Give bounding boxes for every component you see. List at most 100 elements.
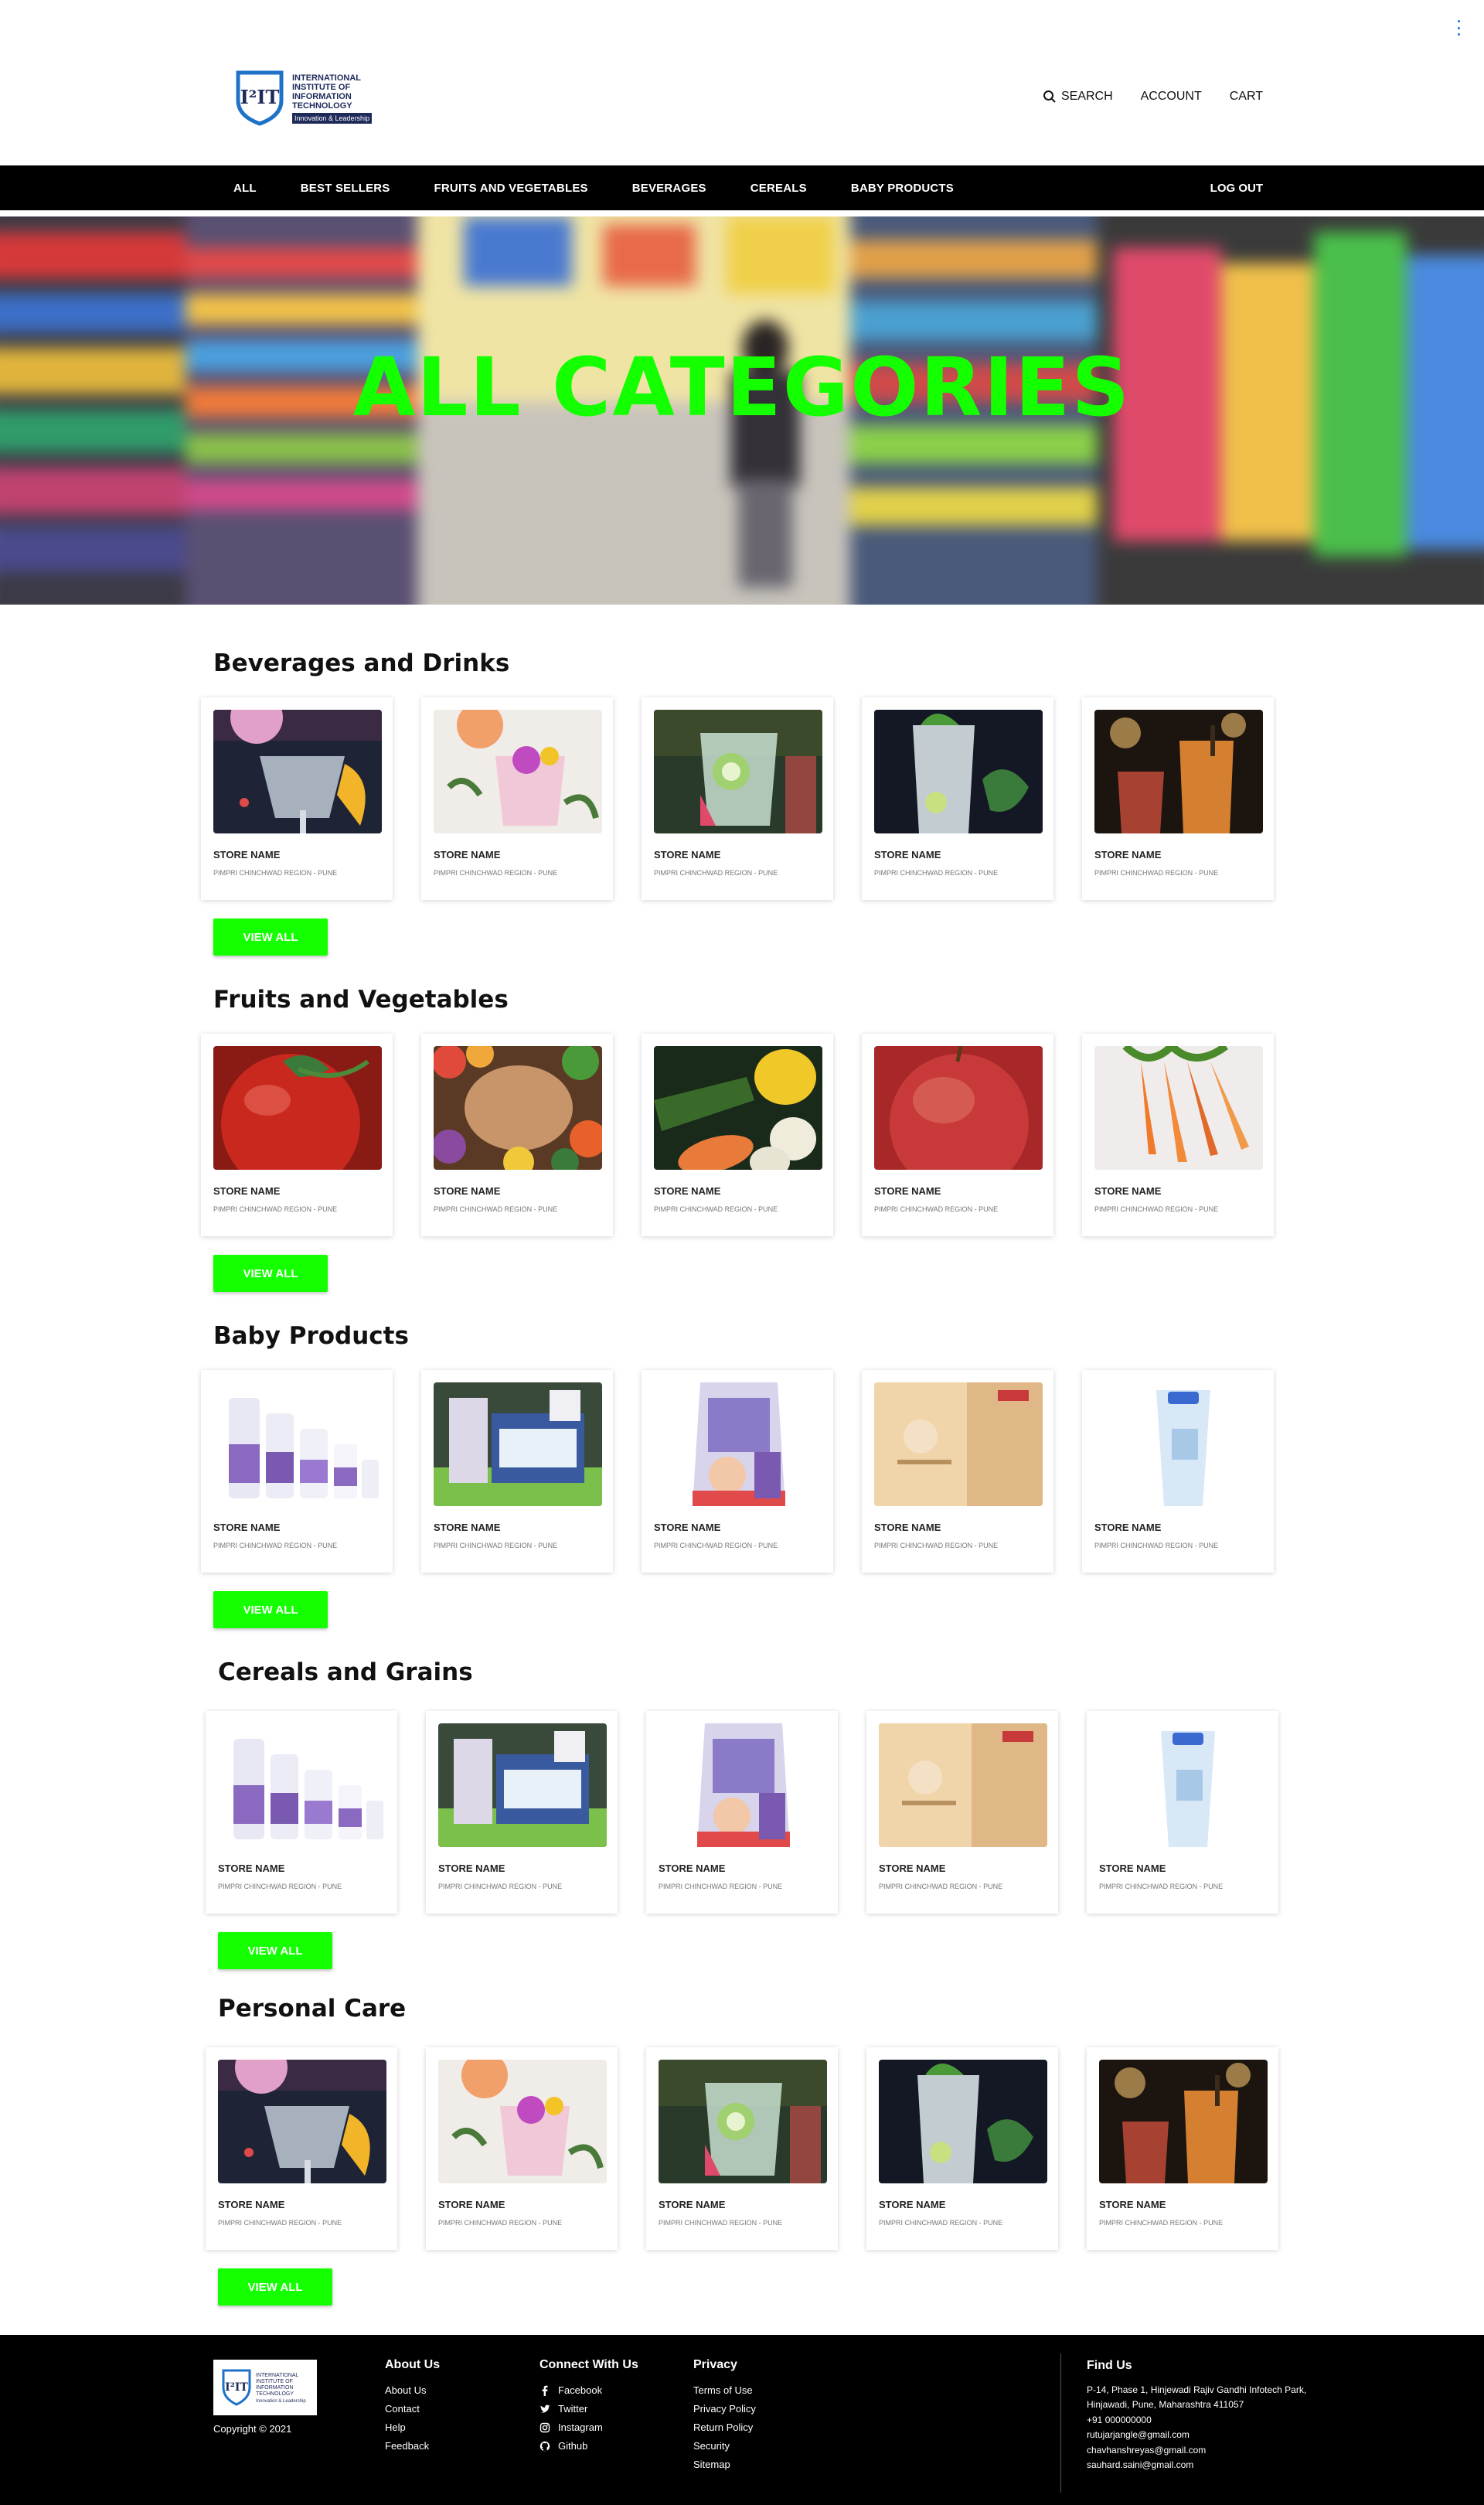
footer-logo[interactable]: I²IT INTERNATIONAL INSTITUTE OF INFORMAT… <box>213 2360 317 2415</box>
store-name: STORE NAME <box>654 849 721 861</box>
section-title: Cereals and Grains <box>218 1658 473 1686</box>
footer-link-about-us[interactable]: About Us <box>385 2381 440 2400</box>
store-card[interactable]: STORE NAME PIMPRI CHINCHWAD REGION - PUNE <box>1082 1034 1274 1236</box>
footer-privacy-column: Privacy Terms of Use Privacy Policy Retu… <box>693 2358 756 2474</box>
store-card[interactable]: STORE NAME PIMPRI CHINCHWAD REGION - PUNE <box>862 697 1053 900</box>
category-best-sellers[interactable]: BEST SELLERS <box>301 182 390 195</box>
store-card[interactable]: STORE NAME PIMPRI CHINCHWAD REGION - PUNE <box>201 1034 393 1236</box>
github-icon <box>539 2441 550 2452</box>
footer-link-instagram[interactable]: Instagram <box>539 2418 638 2437</box>
product-image[interactable] <box>218 1723 386 1847</box>
store-card[interactable]: STORE NAME PIMPRI CHINCHWAD REGION - PUNE <box>642 1034 833 1236</box>
product-image[interactable] <box>213 710 382 833</box>
product-image[interactable] <box>213 1046 382 1170</box>
logo-mark: I²IT <box>240 86 280 108</box>
store-card[interactable]: STORE NAME PIMPRI CHINCHWAD REGION - PUNE <box>642 697 833 900</box>
store-card[interactable]: STORE NAME PIMPRI CHINCHWAD REGION - PUNE <box>1082 1370 1274 1573</box>
view-all-button[interactable]: VIEW ALL <box>213 1255 328 1292</box>
product-image[interactable] <box>1094 1046 1263 1170</box>
email-link[interactable]: rutujarjangle@gmail.com <box>1087 2428 1306 2443</box>
store-card[interactable]: STORE NAME PIMPRI CHINCHWAD REGION - PUNE <box>866 2047 1058 2250</box>
product-image[interactable] <box>654 710 822 833</box>
logout-link[interactable]: LOG OUT <box>1210 165 1263 210</box>
cart-label: CART <box>1229 90 1263 103</box>
store-card[interactable]: STORE NAME PIMPRI CHINCHWAD REGION - PUNE <box>866 1711 1058 1914</box>
product-image[interactable] <box>218 2060 386 2183</box>
category-beverages[interactable]: BEVERAGES <box>632 182 706 195</box>
view-all-button[interactable]: VIEW ALL <box>218 2268 332 2306</box>
product-image[interactable] <box>1094 1382 1263 1506</box>
store-card[interactable]: STORE NAME PIMPRI CHINCHWAD REGION - PUNE <box>426 1711 618 1914</box>
footer-link-security[interactable]: Security <box>693 2437 756 2456</box>
footer-link-facebook[interactable]: Facebook <box>539 2381 638 2400</box>
store-region: PIMPRI CHINCHWAD REGION - PUNE <box>879 2219 1003 2227</box>
category-fruits-vegetables[interactable]: FRUITS AND VEGETABLES <box>434 182 588 195</box>
view-all-button[interactable]: VIEW ALL <box>218 1932 332 1969</box>
product-image[interactable] <box>438 2060 607 2183</box>
footer-link-terms-of-use[interactable]: Terms of Use <box>693 2381 756 2400</box>
store-card[interactable]: STORE NAME PIMPRI CHINCHWAD REGION - PUNE <box>421 1034 613 1236</box>
instagram-icon <box>539 2422 550 2433</box>
product-image[interactable] <box>1099 1723 1268 1847</box>
store-card[interactable]: STORE NAME PIMPRI CHINCHWAD REGION - PUNE <box>862 1034 1053 1236</box>
product-image[interactable] <box>659 1723 827 1847</box>
product-image[interactable] <box>213 1382 382 1506</box>
store-card[interactable]: STORE NAME PIMPRI CHINCHWAD REGION - PUNE <box>862 1370 1053 1573</box>
footer-shield-logo-icon: I²IT INTERNATIONAL INSTITUTE OF INFORMAT… <box>222 2369 306 2406</box>
product-image[interactable] <box>874 1382 1043 1506</box>
product-image[interactable] <box>879 1723 1047 1847</box>
product-image[interactable] <box>874 1046 1043 1170</box>
product-image[interactable] <box>434 710 602 833</box>
store-card[interactable]: STORE NAME PIMPRI CHINCHWAD REGION - PUNE <box>421 1370 613 1573</box>
store-card[interactable]: STORE NAME PIMPRI CHINCHWAD REGION - PUNE <box>646 1711 838 1914</box>
cart-link[interactable]: CART <box>1230 90 1263 104</box>
footer-link-privacy-policy[interactable]: Privacy Policy <box>693 2400 756 2418</box>
store-card[interactable]: STORE NAME PIMPRI CHINCHWAD REGION - PUNE <box>1082 697 1274 900</box>
more-options-icon[interactable] <box>1456 20 1461 36</box>
store-card[interactable]: STORE NAME PIMPRI CHINCHWAD REGION - PUNE <box>642 1370 833 1573</box>
footer-privacy-heading: Privacy <box>693 2358 737 2371</box>
brand-logo[interactable]: I²IT INTERNATIONAL INSTITUTE OF INFORMAT… <box>235 70 373 127</box>
product-image[interactable] <box>1094 710 1263 833</box>
store-name: STORE NAME <box>218 1863 285 1874</box>
store-card[interactable]: STORE NAME PIMPRI CHINCHWAD REGION - PUNE <box>201 697 393 900</box>
footer-link-feedback[interactable]: Feedback <box>385 2437 440 2456</box>
footer-link-github[interactable]: Github <box>539 2437 638 2456</box>
product-image[interactable] <box>659 2060 827 2183</box>
store-card[interactable]: STORE NAME PIMPRI CHINCHWAD REGION - PUNE <box>421 697 613 900</box>
store-card[interactable]: STORE NAME PIMPRI CHINCHWAD REGION - PUNE <box>206 1711 397 1914</box>
footer-link-sitemap[interactable]: Sitemap <box>693 2456 756 2474</box>
product-image[interactable] <box>654 1046 822 1170</box>
store-card[interactable]: STORE NAME PIMPRI CHINCHWAD REGION - PUNE <box>646 2047 838 2250</box>
search-link[interactable]: SEARCH <box>1043 90 1113 104</box>
footer-logo-tagline: Innovation & Leadership <box>256 2399 306 2404</box>
store-card[interactable]: STORE NAME PIMPRI CHINCHWAD REGION - PUNE <box>206 2047 397 2250</box>
footer-link-contact[interactable]: Contact <box>385 2400 440 2418</box>
footer-link-return-policy[interactable]: Return Policy <box>693 2418 756 2437</box>
category-all[interactable]: ALL <box>233 182 257 195</box>
view-all-button[interactable]: VIEW ALL <box>213 918 328 956</box>
product-image[interactable] <box>434 1046 602 1170</box>
email-link[interactable]: chavhanshreyas@gmail.com <box>1087 2443 1306 2459</box>
product-image[interactable] <box>438 1723 607 1847</box>
store-card[interactable]: STORE NAME PIMPRI CHINCHWAD REGION - PUNE <box>1087 1711 1278 1914</box>
category-cereals[interactable]: CEREALS <box>751 182 807 195</box>
account-link[interactable]: ACCOUNT <box>1141 90 1202 104</box>
view-all-button[interactable]: VIEW ALL <box>213 1591 328 1628</box>
product-image[interactable] <box>879 2060 1047 2183</box>
store-card[interactable]: STORE NAME PIMPRI CHINCHWAD REGION - PUNE <box>1087 2047 1278 2250</box>
category-baby-products[interactable]: BABY PRODUCTS <box>851 182 954 195</box>
footer-link-help[interactable]: Help <box>385 2418 440 2437</box>
product-image[interactable] <box>1099 2060 1268 2183</box>
store-card[interactable]: STORE NAME PIMPRI CHINCHWAD REGION - PUNE <box>426 2047 618 2250</box>
product-image[interactable] <box>654 1382 822 1506</box>
footer-connect-column: Connect With Us Facebook Twitter Instagr… <box>539 2358 638 2456</box>
product-image[interactable] <box>874 710 1043 833</box>
store-name: STORE NAME <box>434 849 501 861</box>
footer-link-twitter[interactable]: Twitter <box>539 2400 638 2418</box>
store-region: PIMPRI CHINCHWAD REGION - PUNE <box>1099 2219 1224 2227</box>
product-image[interactable] <box>434 1382 602 1506</box>
email-link[interactable]: sauhard.saini@gmail.com <box>1087 2458 1306 2473</box>
store-card[interactable]: STORE NAME PIMPRI CHINCHWAD REGION - PUNE <box>201 1370 393 1573</box>
store-name: STORE NAME <box>438 1863 505 1874</box>
